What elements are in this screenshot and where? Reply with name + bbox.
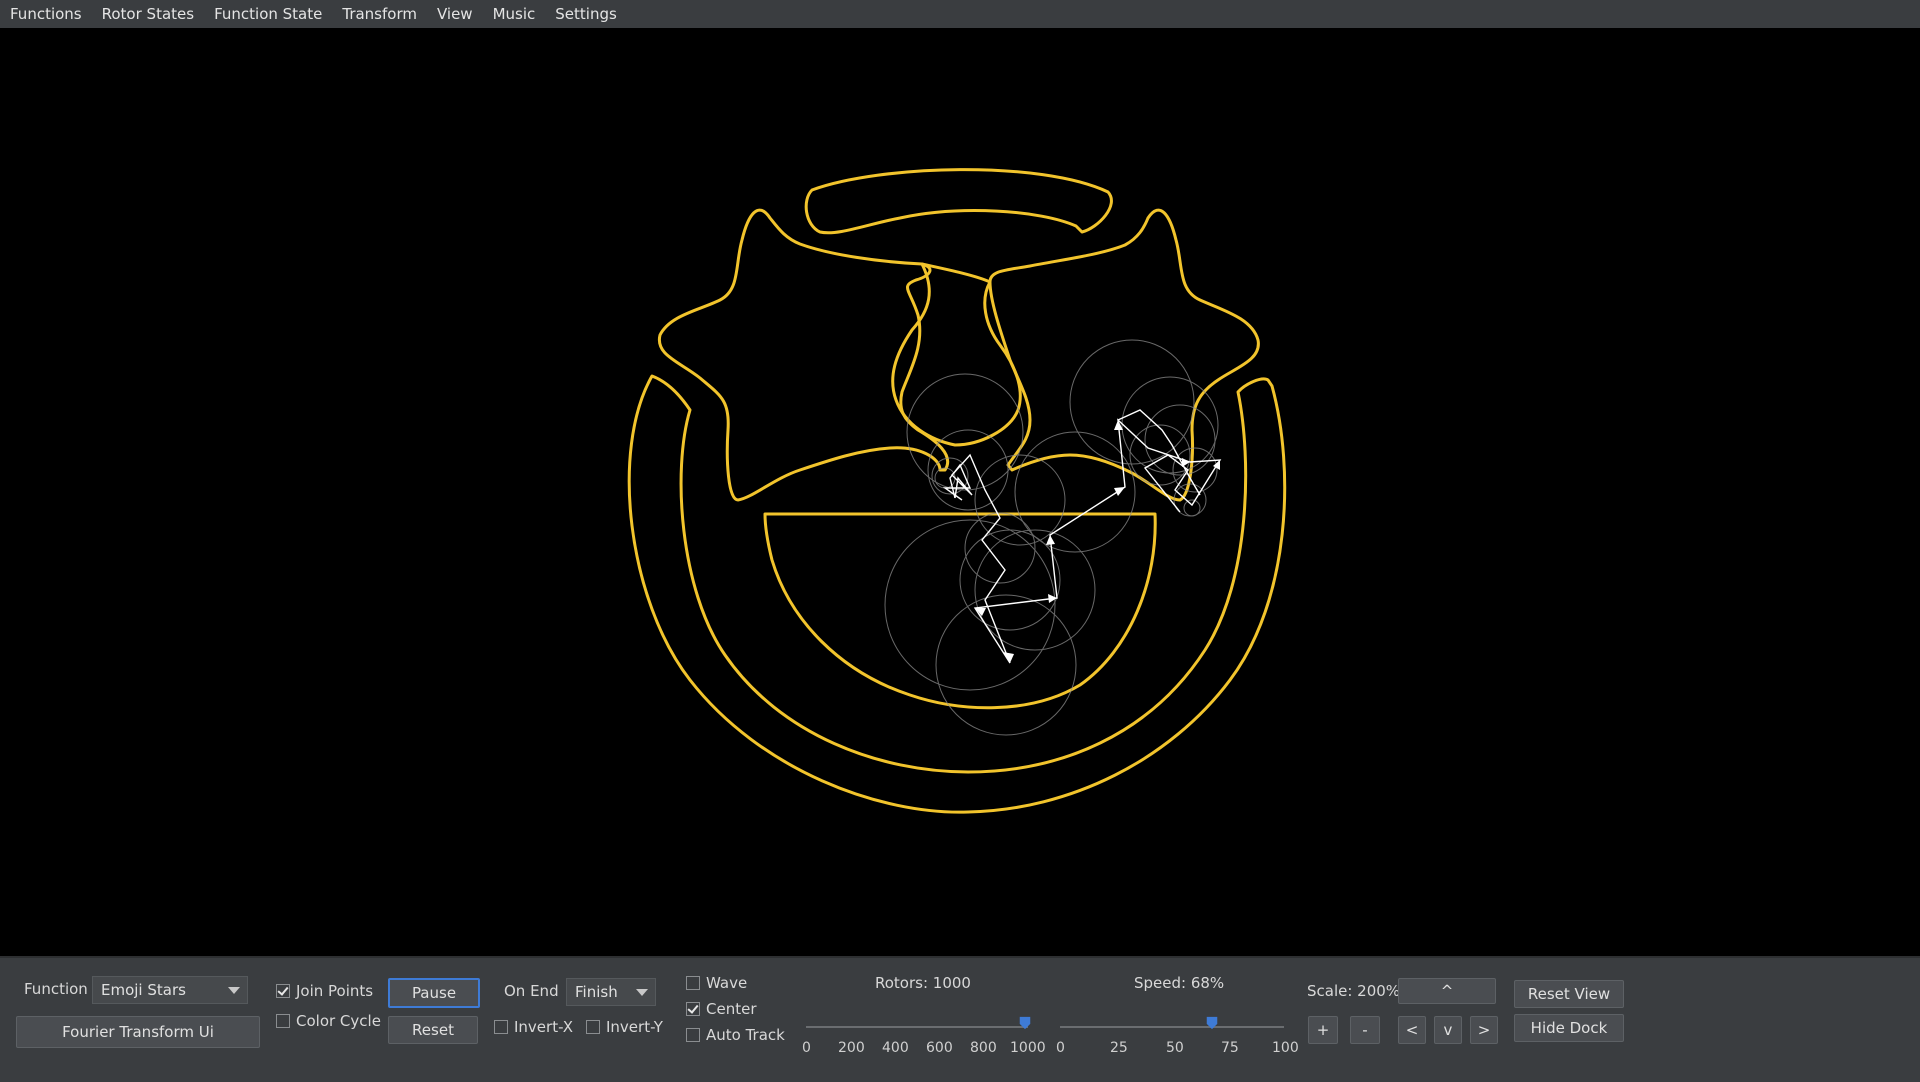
checkbox-unchecked-icon	[686, 976, 700, 990]
rotors-tick: 200	[838, 1040, 865, 1056]
menu-rotor-states[interactable]: Rotor States	[92, 0, 204, 28]
wave-label: Wave	[706, 974, 748, 992]
rotors-tick: 0	[802, 1040, 811, 1056]
menu-functions[interactable]: Functions	[0, 0, 92, 28]
function-select[interactable]: Emoji Stars	[92, 976, 248, 1004]
trace-mouth	[763, 512, 1157, 710]
pan-down-button[interactable]: v	[1434, 1016, 1462, 1044]
rotor-circles	[884, 339, 1219, 736]
checkbox-unchecked-icon	[494, 1020, 508, 1034]
chevron-down-icon	[636, 989, 648, 996]
checkbox-unchecked-icon	[586, 1020, 600, 1034]
on-end-select-value: Finish	[575, 983, 618, 1001]
menu-settings[interactable]: Settings	[545, 0, 627, 28]
auto-track-label: Auto Track	[706, 1026, 785, 1044]
invert-y-label: Invert-Y	[606, 1018, 663, 1036]
auto-track-checkbox[interactable]: Auto Track	[686, 1026, 785, 1044]
pause-button[interactable]: Pause	[388, 978, 480, 1008]
reset-view-button[interactable]: Reset View	[1514, 980, 1624, 1008]
control-dock: Function Emoji Stars Fourier Transform U…	[0, 956, 1920, 1082]
wave-checkbox[interactable]: Wave	[686, 974, 747, 992]
speed-tick: 25	[1110, 1040, 1128, 1056]
rotors-tick: 800	[970, 1040, 997, 1056]
fourier-transform-ui-button[interactable]: Fourier Transform Ui	[16, 1016, 260, 1048]
on-end-select[interactable]: Finish	[566, 978, 656, 1006]
rotors-tick: 1000	[1010, 1040, 1046, 1056]
speed-slider-handle[interactable]	[1205, 1016, 1219, 1030]
speed-label: Speed: 68%	[1134, 974, 1225, 992]
zoom-out-button[interactable]: -	[1350, 1016, 1380, 1044]
speed-tick: 75	[1221, 1040, 1239, 1056]
function-label: Function	[24, 980, 88, 998]
pan-left-button[interactable]: <	[1398, 1016, 1426, 1044]
fourier-trace	[627, 168, 1287, 814]
rotors-tick: 400	[882, 1040, 909, 1056]
invert-y-checkbox[interactable]: Invert-Y	[586, 1018, 663, 1036]
color-cycle-checkbox[interactable]: Color Cycle	[276, 1012, 381, 1030]
checkbox-unchecked-icon	[686, 1028, 700, 1042]
center-label: Center	[706, 1000, 757, 1018]
color-cycle-label: Color Cycle	[296, 1012, 381, 1030]
on-end-label: On End	[504, 982, 559, 1000]
join-points-checkbox[interactable]: Join Points	[276, 982, 373, 1000]
pan-up-button[interactable]: ^	[1398, 978, 1496, 1004]
speed-tick: 100	[1272, 1040, 1299, 1056]
rotors-tick: 600	[926, 1040, 953, 1056]
chevron-down-icon	[228, 987, 240, 994]
rotors-label: Rotors: 1000	[875, 974, 971, 992]
menu-transform[interactable]: Transform	[332, 0, 427, 28]
rotor-arrowheads	[975, 420, 1220, 663]
speed-tick: 50	[1166, 1040, 1184, 1056]
fourier-drawing	[627, 168, 1287, 814]
zoom-in-button[interactable]: +	[1308, 1016, 1338, 1044]
trace-nose	[891, 262, 1022, 447]
rotors-slider-track[interactable]	[806, 1026, 1028, 1028]
speed-slider-track[interactable]	[1060, 1026, 1284, 1028]
invert-x-checkbox[interactable]: Invert-X	[494, 1018, 573, 1036]
scale-label: Scale: 200%	[1307, 982, 1401, 1000]
reset-button[interactable]: Reset	[388, 1016, 478, 1044]
join-points-label: Join Points	[296, 982, 374, 1000]
trace-top-bar	[804, 168, 1113, 235]
menu-bar: Functions Rotor States Function State Tr…	[0, 0, 1920, 28]
speed-tick: 0	[1056, 1040, 1065, 1056]
invert-x-label: Invert-X	[514, 1018, 574, 1036]
menu-music[interactable]: Music	[483, 0, 546, 28]
checkbox-checked-icon	[686, 1002, 700, 1016]
trace-left-star	[657, 208, 949, 502]
drawing-canvas[interactable]	[0, 28, 1920, 956]
center-checkbox[interactable]: Center	[686, 1000, 757, 1018]
hide-dock-button[interactable]: Hide Dock	[1514, 1014, 1624, 1042]
checkbox-checked-icon	[276, 984, 290, 998]
checkbox-unchecked-icon	[276, 1014, 290, 1028]
menu-function-state[interactable]: Function State	[204, 0, 332, 28]
function-select-value: Emoji Stars	[101, 981, 186, 999]
rotors-slider-handle[interactable]	[1018, 1016, 1032, 1030]
menu-view[interactable]: View	[427, 0, 483, 28]
pan-right-button[interactable]: >	[1470, 1016, 1498, 1044]
